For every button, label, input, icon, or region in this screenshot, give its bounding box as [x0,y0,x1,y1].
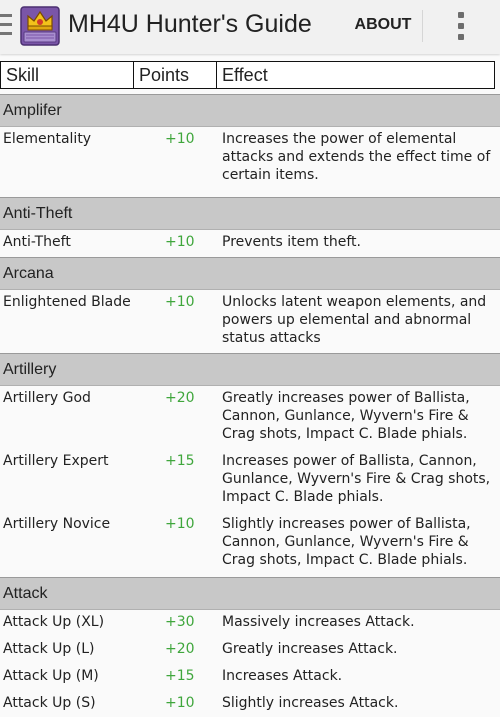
skill-name: Attack Up (S) [3,695,96,711]
skill-name: Anti-Theft [3,234,71,250]
about-button[interactable]: ABOUT [350,16,416,34]
category-header: Amplifer [0,94,500,127]
skill-name: Artillery Novice [3,516,111,532]
skill-name: Artillery Expert [3,453,109,469]
skill-effect: Prevents item theft. [222,234,361,250]
skill-points: +10 [165,234,195,250]
app-bar: MH4U Hunter's Guide ABOUT [0,0,500,54]
skill-row[interactable]: Artillery Novice +10 Slightly increases … [0,512,500,577]
skill-row[interactable]: Artillery Expert +15 Increases power of … [0,449,500,512]
app-logo-icon [20,6,60,46]
skill-points: +10 [165,131,195,147]
skill-points: +10 [165,294,195,310]
skill-points: +10 [165,516,195,532]
skill-row[interactable]: Artillery God +20 Greatly increases powe… [0,386,500,449]
skill-effect: Greatly increases Attack. [222,641,398,657]
skill-row[interactable]: Enlightened Blade +10 Unlocks latent wea… [0,290,500,353]
skill-effect: Increases the power of elemental attacks… [222,131,491,183]
skill-points: +15 [165,453,195,469]
skill-effect: Slightly increases Attack. [222,695,399,711]
category-header: Artillery [0,353,500,386]
skill-row[interactable]: Attack Up (M) +15 Increases Attack. [0,664,500,691]
app-title: MH4U Hunter's Guide [68,10,312,38]
skill-points: +30 [165,614,195,630]
column-header-skill[interactable]: Skill [0,61,134,89]
overflow-menu-icon[interactable] [452,10,470,42]
category-header: Anti-Theft [0,197,500,230]
skill-effect: Massively increases Attack. [222,614,415,630]
skill-name: Elementality [3,131,92,147]
skill-name: Attack Up (M) [3,668,99,684]
skill-row[interactable]: Attack Up (XL) +30 Massively increases A… [0,610,500,637]
skill-row[interactable]: Attack Up (L) +20 Greatly increases Atta… [0,637,500,664]
skill-points: +15 [165,668,195,684]
skill-name: Artillery God [3,390,91,406]
skill-name: Attack Up (XL) [3,614,105,630]
skill-effect: Slightly increases power of Ballista, Ca… [222,516,471,568]
skill-points: +20 [165,641,195,657]
skill-effect: Increases power of Ballista, Cannon, Gun… [222,453,491,505]
toolbar-divider [422,10,423,42]
skill-name: Enlightened Blade [3,294,131,310]
skill-name: Attack Up (L) [3,641,95,657]
skill-effect: Increases Attack. [222,668,343,684]
skill-points: +20 [165,390,195,406]
category-header: Arcana [0,257,500,290]
skill-row[interactable]: Anti-Theft +10 Prevents item theft. [0,230,500,257]
skill-list: Amplifer Elementality +10 Increases the … [0,94,500,717]
skill-row[interactable]: Attack Up (S) +10 Slightly increases Att… [0,691,500,717]
column-header-points[interactable]: Points [133,61,217,89]
skill-effect: Greatly increases power of Ballista, Can… [222,390,470,442]
category-header: Attack [0,577,500,610]
skill-points: +10 [165,695,195,711]
column-header-row: Skill Points Effect [0,61,500,89]
skill-row[interactable]: Elementality +10 Increases the power of … [0,127,500,197]
column-header-effect[interactable]: Effect [216,61,495,89]
menu-icon[interactable] [0,14,12,38]
skill-effect: Unlocks latent weapon elements, and powe… [222,294,487,346]
